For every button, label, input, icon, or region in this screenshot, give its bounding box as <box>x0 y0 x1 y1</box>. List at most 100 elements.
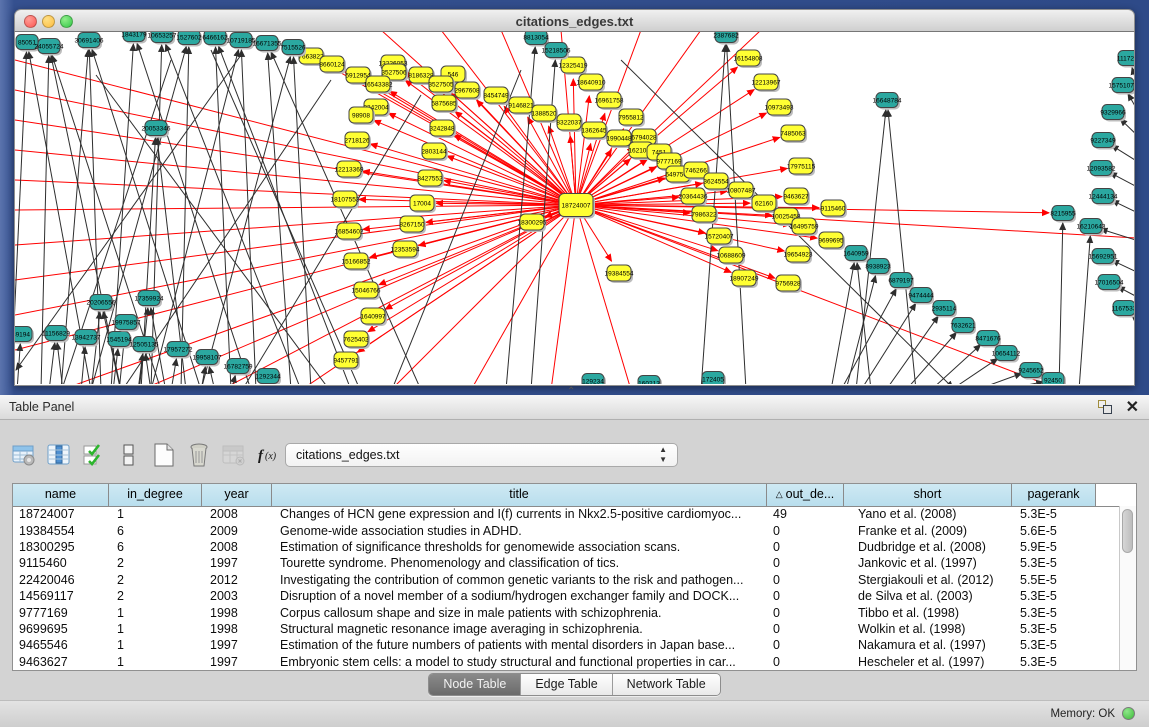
cell-year: 2008 <box>202 507 272 521</box>
table-settings-icon[interactable] <box>12 442 36 468</box>
svg-text:15166852: 15166852 <box>342 258 371 265</box>
select-columns-icon[interactable] <box>47 442 71 468</box>
table-tabs: Node TableEdge TableNetwork Table <box>428 673 720 696</box>
svg-text:1362645: 1362645 <box>581 127 607 134</box>
table-row[interactable]: 2242004622012Investigating the contribut… <box>13 572 1121 588</box>
svg-text:8660124: 8660124 <box>319 61 345 68</box>
table-header-row: namein_degreeyeartitle△out_de...shortpag… <box>13 484 1121 507</box>
svg-text:12213369: 12213369 <box>335 166 364 173</box>
svg-text:10807487: 10807487 <box>727 187 756 194</box>
table-row[interactable]: 911546021997Tourette syndrome. Phenomeno… <box>13 555 1121 571</box>
memory-status-indicator <box>1122 707 1135 720</box>
table-row[interactable]: 946554611997Estimation of the future num… <box>13 637 1121 653</box>
svg-text:8322037: 8322037 <box>556 119 582 126</box>
tab-node-table[interactable]: Node Table <box>429 674 521 695</box>
close-icon[interactable]: ✕ <box>1126 397 1139 417</box>
svg-text:1545194: 1545194 <box>106 336 132 343</box>
node-table: namein_degreeyeartitle△out_de...shortpag… <box>12 483 1137 671</box>
svg-text:9756928: 9756928 <box>775 280 801 287</box>
delete-columns-icon[interactable] <box>187 442 211 468</box>
svg-text:16782759: 16782759 <box>224 363 253 370</box>
svg-text:1117234: 1117234 <box>1117 55 1134 62</box>
table-selector-value: citations_edges.txt <box>296 448 400 462</box>
status-bar: Memory: OK <box>0 700 1149 727</box>
function-builder-icon[interactable]: f(x) <box>257 442 281 468</box>
vertical-scrollbar[interactable] <box>1119 506 1136 670</box>
svg-text:39194: 39194 <box>15 331 30 338</box>
network-view-window[interactable]: citations_edges.txt 18724007183002957663… <box>14 9 1135 386</box>
table-row[interactable]: 1830029562008Estimation of significance … <box>13 539 1121 555</box>
scrollbar-thumb[interactable] <box>1122 509 1133 553</box>
import-table-disabled-icon[interactable] <box>222 442 246 468</box>
column-header-pagerank[interactable]: pagerank <box>1012 484 1096 506</box>
cell-short: Jankovic et al. (1997) <box>844 556 1012 570</box>
cell-pagerank: 5.3E-5 <box>1012 606 1096 620</box>
svg-text:12093582: 12093582 <box>1087 165 1116 172</box>
cell-name: 18300295 <box>13 540 109 554</box>
cell-name: 19384554 <box>13 524 109 538</box>
table-row[interactable]: 969969511998Structural magnetic resonanc… <box>13 621 1121 637</box>
cell-title: Changes of HCN gene expression and I(f) … <box>272 507 767 521</box>
svg-text:7625402: 7625402 <box>343 336 369 343</box>
table-row[interactable]: 977716911998Corpus callosum shape and si… <box>13 604 1121 620</box>
svg-text:17359924: 17359924 <box>135 295 164 302</box>
create-column-icon[interactable] <box>152 442 176 468</box>
table-selector-dropdown[interactable]: citations_edges.txt ▲▼ <box>285 443 678 467</box>
svg-text:19958107: 19958107 <box>193 354 222 361</box>
svg-text:15046766: 15046766 <box>352 287 381 294</box>
svg-text:10719185: 10719185 <box>227 37 256 44</box>
column-header-name[interactable]: name <box>13 484 109 506</box>
svg-text:9245652: 9245652 <box>1018 367 1044 374</box>
column-header-in_degree[interactable]: in_degree <box>109 484 202 506</box>
splitter-grip[interactable]: ⌃ <box>567 386 575 397</box>
table-row[interactable]: 1872400712008Changes of HCN gene express… <box>13 506 1121 522</box>
cell-out_de...: 0 <box>767 655 844 669</box>
column-header-year[interactable]: year <box>202 484 272 506</box>
cell-title: Investigating the contribution of common… <box>272 573 767 587</box>
svg-text:9146821: 9146821 <box>508 102 534 109</box>
svg-text:15692951: 15692951 <box>1089 253 1118 260</box>
svg-text:20053346: 20053346 <box>142 125 171 132</box>
table-row[interactable]: 1938455462009Genome-wide association stu… <box>13 522 1121 538</box>
svg-text:1292344: 1292344 <box>255 373 281 380</box>
svg-text:9227349: 9227349 <box>1090 137 1116 144</box>
dropdown-arrows-icon: ▲▼ <box>659 445 667 465</box>
column-header-title[interactable]: title <box>272 484 767 506</box>
row-height-icon[interactable] <box>117 442 141 468</box>
cell-in_degree: 2 <box>109 589 202 603</box>
cell-out_de...: 0 <box>767 540 844 554</box>
network-window-titlebar[interactable]: citations_edges.txt <box>14 9 1135 32</box>
float-window-icon[interactable] <box>1098 400 1113 415</box>
table-toolbar: f(x) <box>12 439 281 471</box>
svg-text:3242848: 3242848 <box>429 125 455 132</box>
svg-text:16854602: 16854602 <box>335 228 364 235</box>
svg-text:18300295: 18300295 <box>518 219 547 226</box>
svg-text:7955812: 7955812 <box>618 114 644 121</box>
table-row[interactable]: 946362711997Embryonic stem cells: a mode… <box>13 654 1121 670</box>
cell-in_degree: 1 <box>109 507 202 521</box>
column-header-filler[interactable] <box>1096 484 1121 506</box>
table-body: 1872400712008Changes of HCN gene express… <box>13 506 1121 670</box>
column-header-short[interactable]: short <box>844 484 1012 506</box>
table-panel-titlebar: ⌃ Table Panel ✕ <box>0 395 1149 420</box>
svg-text:7986322: 7986322 <box>691 211 717 218</box>
svg-text:172405: 172405 <box>702 376 724 383</box>
tab-network-table[interactable]: Network Table <box>613 674 720 695</box>
cell-short: Wolkin et al. (1998) <box>844 622 1012 636</box>
svg-text:1640959: 1640959 <box>843 250 869 257</box>
svg-text:15751074: 15751074 <box>1109 82 1134 89</box>
cell-in_degree: 2 <box>109 556 202 570</box>
column-header-out_de...[interactable]: △out_de... <box>767 484 844 506</box>
svg-text:16210643: 16210643 <box>1077 223 1106 230</box>
tab-edge-table[interactable]: Edge Table <box>521 674 612 695</box>
svg-text:15218506: 15218506 <box>542 47 571 54</box>
table-row[interactable]: 1456911722003Disruption of a novel membe… <box>13 588 1121 604</box>
svg-text:17004: 17004 <box>413 200 431 207</box>
svg-text:17975115: 17975115 <box>787 163 816 170</box>
cell-out_de...: 0 <box>767 589 844 603</box>
svg-text:10688609: 10688609 <box>717 252 746 259</box>
select-all-rows-icon[interactable] <box>82 442 106 468</box>
svg-text:2935114: 2935114 <box>932 305 957 312</box>
network-canvas[interactable]: 1872400718300295766382286601245912954132… <box>14 32 1135 386</box>
svg-text:9457791: 9457791 <box>333 357 359 364</box>
